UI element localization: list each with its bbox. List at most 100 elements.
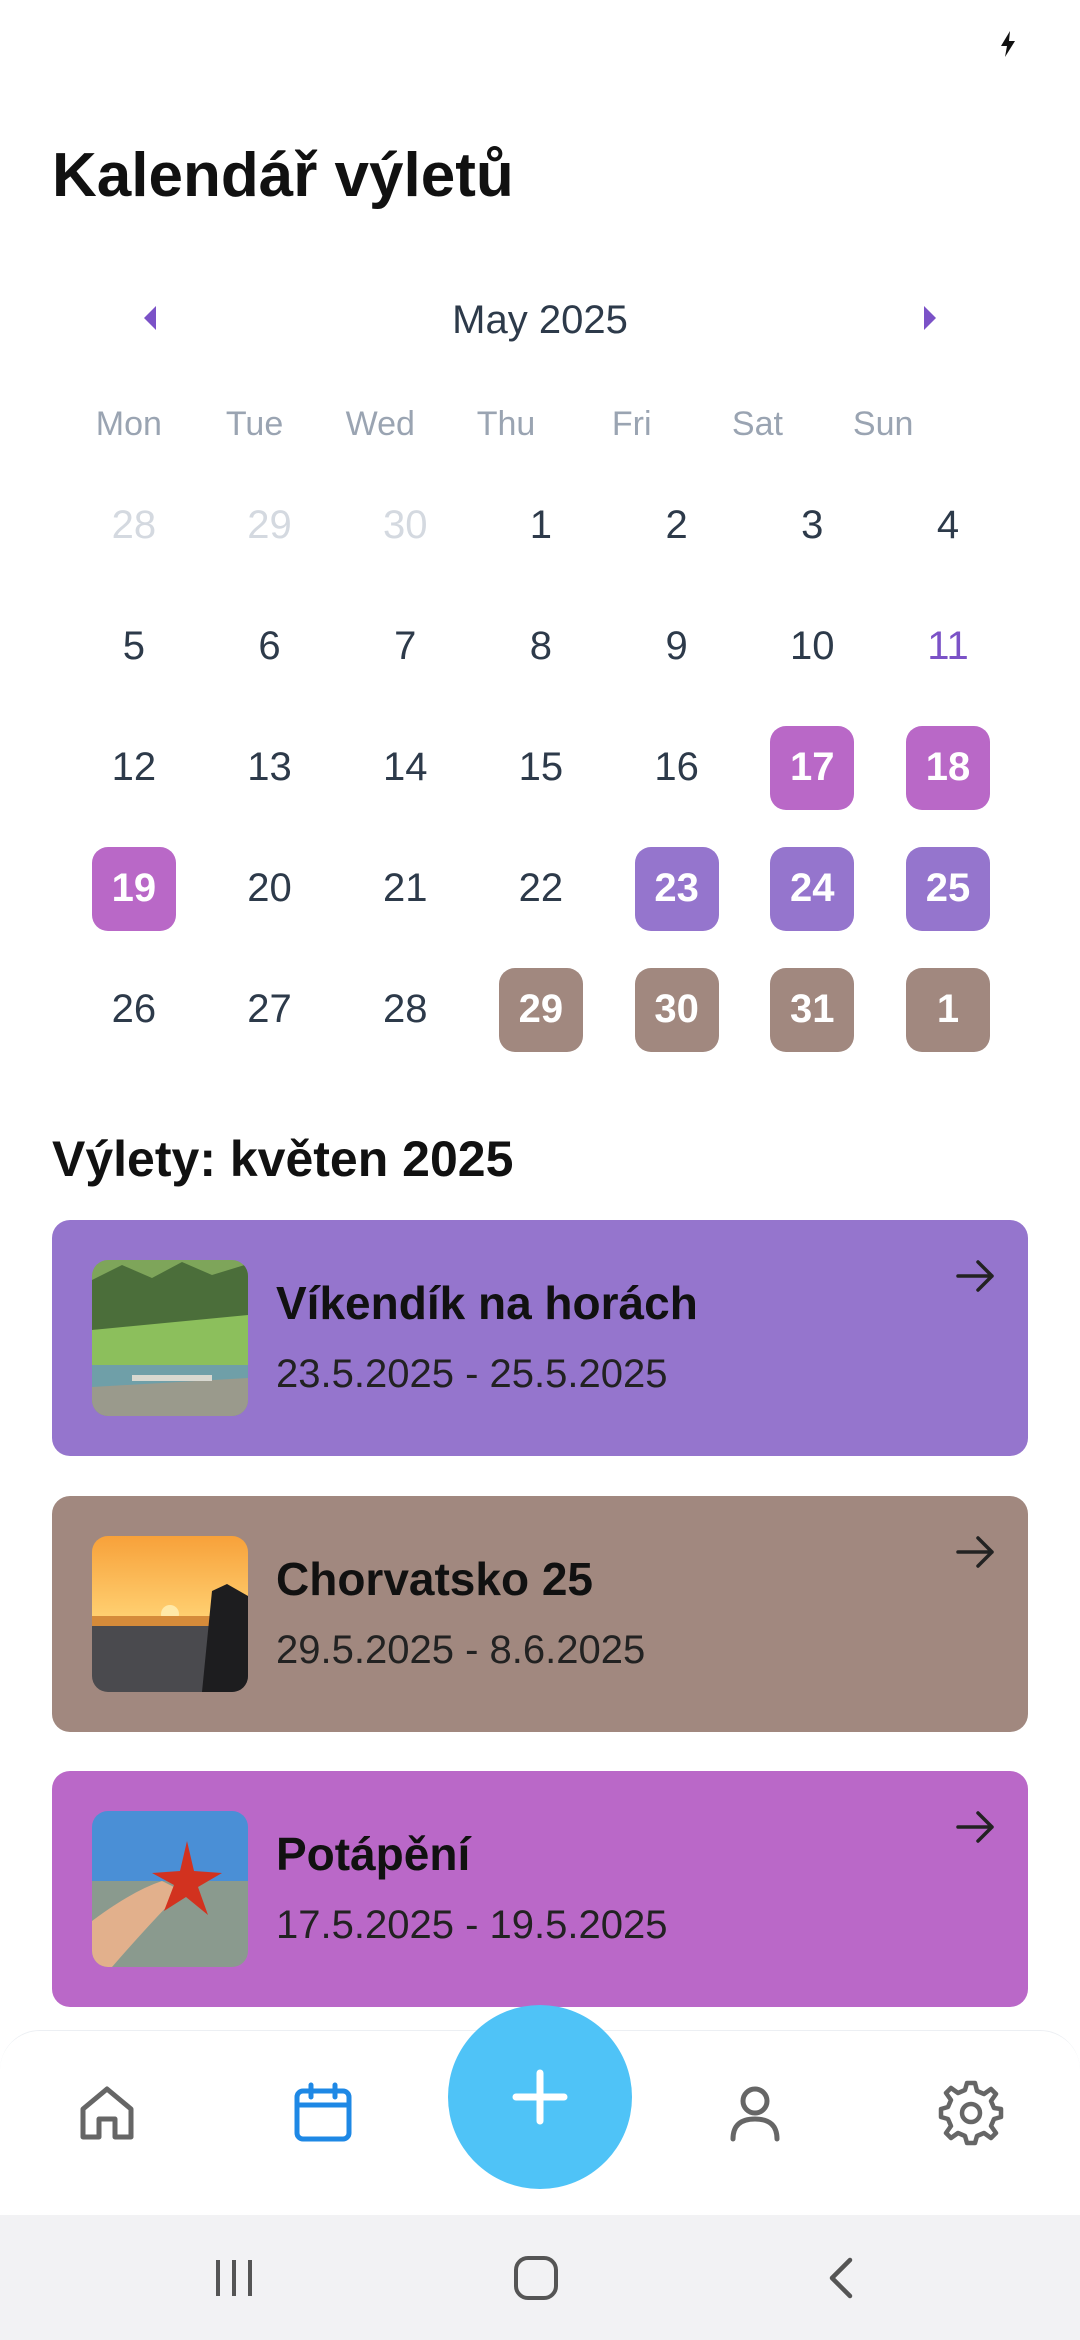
calendar-day[interactable]: 25 — [880, 828, 1016, 949]
system-home-button[interactable] — [506, 2253, 566, 2303]
calendar-day[interactable]: 16 — [609, 707, 745, 828]
calendar-day[interactable]: 24 — [744, 828, 880, 949]
weekday-label: Tue — [225, 405, 284, 443]
calendar-day[interactable]: 23 — [609, 828, 745, 949]
calendar-day[interactable]: 2 — [609, 465, 745, 586]
back-icon — [829, 2257, 853, 2299]
calendar-day[interactable]: 21 — [337, 828, 473, 949]
system-navigation-bar — [0, 2215, 1080, 2340]
next-month-button[interactable] — [910, 298, 950, 338]
calendar-day[interactable]: 6 — [202, 586, 338, 707]
recents-button[interactable] — [204, 2253, 264, 2303]
calendar-day[interactable]: 28 — [337, 949, 473, 1070]
calendar-day[interactable]: 10 — [744, 586, 880, 707]
calendar-day-number: 15 — [518, 745, 564, 789]
app-root: Kalendář výletů May 2025 Mon Tue Wed Thu Fri… — [0, 0, 1080, 2340]
calendar-day-number: 7 — [394, 624, 417, 668]
calendar-day-number: 26 — [111, 987, 157, 1031]
weekday-label: Sun — [852, 405, 914, 443]
calendar-day[interactable]: 11 — [880, 586, 1016, 707]
weekday-label: Fri — [611, 405, 652, 443]
calendar-day[interactable]: 14 — [337, 707, 473, 828]
calendar-day[interactable]: 19 — [66, 828, 202, 949]
calendar-day-number: 25 — [905, 846, 990, 931]
calendar-day-number: 8 — [529, 624, 553, 668]
sunset-sea-photo — [92, 1536, 248, 1692]
calendar-day-number: 28 — [382, 987, 428, 1031]
calendar-day[interactable]: 15 — [473, 707, 609, 828]
calendar-day-number: 17 — [770, 725, 855, 810]
back-button[interactable] — [810, 2253, 870, 2303]
calendar-day-number: 29 — [498, 967, 583, 1052]
calendar-day[interactable]: 28 — [66, 465, 202, 586]
calendar-day-number: 6 — [258, 624, 281, 668]
nav-calendar-button[interactable] — [289, 2079, 357, 2147]
calendar-day[interactable]: 1 — [473, 465, 609, 586]
calendar-day-number: 1 — [529, 503, 553, 547]
calendar-day-number: 30 — [634, 967, 719, 1052]
calendar-day[interactable]: 8 — [473, 586, 609, 707]
calendar-day[interactable]: 26 — [66, 949, 202, 1070]
calendar-day[interactable]: 1 — [880, 949, 1016, 1070]
add-trip-button[interactable] — [448, 2005, 632, 2189]
calendar-day[interactable]: 17 — [744, 707, 880, 828]
calendar-day-number: 22 — [518, 866, 564, 910]
nav-home-button[interactable] — [73, 2079, 141, 2147]
calendar-day-number: 9 — [665, 624, 688, 668]
calendar-day[interactable]: 7 — [337, 586, 473, 707]
calendar-day-number: 11 — [927, 624, 969, 668]
chevron-right-icon — [924, 306, 936, 330]
calendar-day[interactable]: 18 — [880, 707, 1016, 828]
calendar-day-number: 3 — [801, 503, 824, 547]
weekday-label: Wed — [345, 405, 415, 443]
add-icon — [512, 2069, 568, 2125]
calendar-day[interactable]: 20 — [202, 828, 338, 949]
calendar-day[interactable]: 12 — [66, 707, 202, 828]
calendar-day-number: 23 — [634, 846, 719, 931]
calendar-week-row: 5 6 7 8 9 10 11 — [66, 586, 1016, 707]
calendar-day[interactable]: 29 — [202, 465, 338, 586]
arrow-right-icon — [956, 1811, 994, 1843]
calendar-day[interactable]: 31 — [744, 949, 880, 1070]
trip-card[interactable]: Víkendík na horách 23.5.2025 - 25.5.2025 — [52, 1220, 1028, 1456]
calendar-day[interactable]: 3 — [744, 465, 880, 586]
weekday-row: Mon Tue Wed Thu Fri Sat Sun — [66, 405, 946, 455]
calendar-day[interactable]: 22 — [473, 828, 609, 949]
calendar-header: May 2025 — [0, 290, 1080, 350]
calendar-day-number: 21 — [382, 866, 428, 910]
calendar-day[interactable]: 13 — [202, 707, 338, 828]
calendar-day[interactable]: 5 — [66, 586, 202, 707]
recents-icon — [216, 2260, 252, 2296]
settings-icon — [938, 2080, 1004, 2146]
section-title: Výlety: květen 2025 — [52, 1131, 514, 1187]
calendar-day[interactable]: 27 — [202, 949, 338, 1070]
calendar-icon — [294, 2082, 352, 2142]
calendar-week-row: 26 27 28 29 30 31 1 — [66, 949, 1016, 1070]
trip-name: Víkendík na horách — [276, 1277, 698, 1329]
calendar-day[interactable]: 4 — [880, 465, 1016, 586]
calendar-week-row: 19 20 21 22 23 24 25 — [66, 828, 1016, 949]
calendar-day-number: 28 — [111, 503, 157, 547]
trip-name: Potápění — [276, 1828, 471, 1880]
nav-profile-button[interactable] — [721, 2079, 789, 2147]
calendar-day-number: 20 — [247, 866, 292, 910]
trip-card[interactable]: Chorvatsko 25 29.5.2025 - 8.6.2025 — [52, 1496, 1028, 1732]
nav-settings-button[interactable] — [937, 2079, 1005, 2147]
calendar-week-row: 28 29 30 1 2 3 4 — [66, 465, 1016, 586]
calendar-day-number: 10 — [790, 624, 835, 668]
status-bar — [0, 0, 1080, 90]
calendar-day-number: 31 — [770, 967, 855, 1052]
calendar-day[interactable]: 30 — [337, 465, 473, 586]
trip-card[interactable]: Potápění 17.5.2025 - 19.5.2025 — [52, 1771, 1028, 2007]
calendar-day[interactable]: 9 — [609, 586, 745, 707]
battery-charging-icon — [1001, 31, 1015, 57]
trip-name: Chorvatsko 25 — [276, 1553, 594, 1605]
calendar-day[interactable]: 29 — [473, 949, 609, 1070]
calendar-day[interactable]: 30 — [609, 949, 745, 1070]
calendar-grid: 28 29 30 1 2 3 4 5 6 7 8 9 10 11 12 13 14 15 16 17 18 19 20 21 2… — [66, 465, 1016, 1070]
calendar-day-number: 2 — [665, 503, 688, 547]
page-title: Kalendář výletů — [52, 141, 514, 210]
calendar-day-number: 18 — [905, 725, 990, 810]
calendar-day-number: 13 — [247, 745, 292, 789]
calendar-day-number: 29 — [247, 503, 292, 547]
